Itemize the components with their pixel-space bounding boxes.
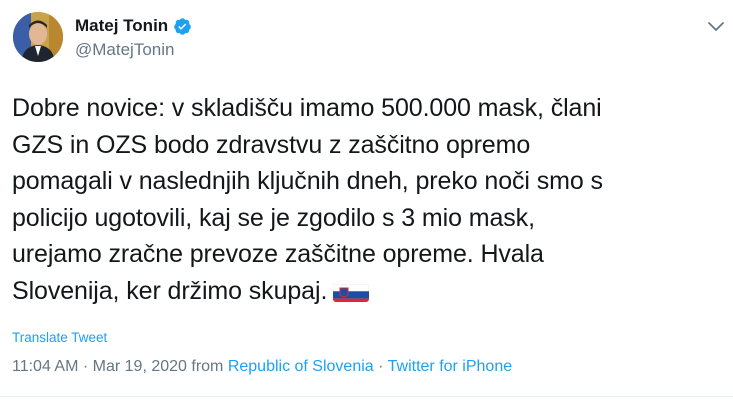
tweet-time[interactable]: 11:04 AM [12,358,78,375]
author-name[interactable]: Matej Tonin [75,16,168,36]
author-name-row[interactable]: Matej Tonin [75,16,192,36]
tweet-text-line: urejamo zračne prevoze zaščitne opreme. … [12,240,544,268]
meta-separator: · [78,358,93,375]
tweet-meta: 11:04 AM · Mar 19, 2020 from Republic of… [12,358,512,376]
verified-badge-icon [174,17,191,35]
tweet-date[interactable]: Mar 19, 2020 [93,358,187,375]
divider [0,396,733,397]
avatar-image [13,12,63,62]
author-handle[interactable]: @MatejTonin [75,40,174,60]
tweet-text-line: GZS in OZS bodo zdravstvu z zaščitno opr… [12,130,531,159]
meta-separator: · [373,358,388,375]
chevron-down-icon[interactable] [706,16,726,36]
flag-slovenia-icon [333,280,370,302]
location-link[interactable]: Republic of Slovenia [228,358,374,375]
tweet-text-line: pomagali v naslednjih ključnih dneh, pre… [12,167,603,195]
avatar[interactable] [13,12,63,62]
tweet-text-line: Dobre novice: v skladišču imamo 500.000 … [12,94,602,122]
translate-tweet-link[interactable]: Translate Tweet [12,330,107,345]
meta-from: from [186,358,228,375]
source-link[interactable]: Twitter for iPhone [388,358,513,375]
tweet-card: Matej Tonin @MatejTonin Dobre novice: v … [0,0,733,400]
tweet-text: Dobre novice: v skladišču imamo 500.000 … [12,90,717,309]
tweet-text-line: policijo ugotovili, kaj se je zgodilo s … [12,203,535,232]
tweet-text-line-last: Slovenija, ker držimo skupaj. [12,273,717,310]
tweet-text-line: Slovenija, ker držimo skupaj. [12,276,328,305]
